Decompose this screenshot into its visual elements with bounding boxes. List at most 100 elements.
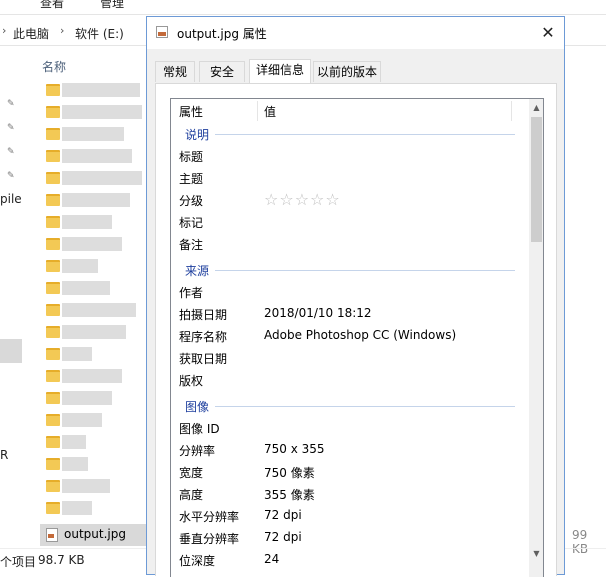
tab-general[interactable]: 常规: [155, 61, 195, 82]
blurred-name: [62, 325, 126, 339]
list-item[interactable]: [42, 432, 146, 454]
property-value[interactable]: 72 dpi: [264, 530, 302, 544]
property-row[interactable]: 获取日期: [171, 347, 527, 369]
list-item[interactable]: [42, 256, 146, 278]
property-row[interactable]: 水平分辨率 72 dpi: [171, 505, 527, 527]
folder-icon: [46, 480, 60, 492]
column-divider[interactable]: [511, 101, 512, 121]
list-item[interactable]: [42, 234, 146, 256]
property-row[interactable]: 分辨率 750 x 355: [171, 439, 527, 461]
close-button[interactable]: ✕: [533, 19, 563, 47]
group-label: 说明: [185, 128, 210, 142]
property-label: 水平分辨率: [179, 510, 240, 524]
scroll-up-button[interactable]: ▲: [529, 99, 543, 116]
property-value[interactable]: 750 x 355: [264, 442, 325, 456]
pin-icon[interactable]: ✎: [7, 100, 15, 109]
blurred-name: [62, 501, 92, 515]
folder-icon: [46, 84, 60, 96]
list-item[interactable]: [42, 476, 146, 498]
list-item[interactable]: [42, 190, 146, 212]
property-row[interactable]: 宽度 750 像素: [171, 461, 527, 483]
group-header-image[interactable]: 图像: [171, 395, 527, 417]
nav-item-partial-2[interactable]: R: [0, 448, 8, 462]
dialog-titlebar[interactable]: output.jpg 属性 ✕: [147, 17, 564, 49]
property-row[interactable]: 高度 355 像素: [171, 483, 527, 505]
property-value[interactable]: Adobe Photoshop CC (Windows): [264, 328, 456, 342]
tab-previous-versions[interactable]: 以前的版本: [313, 61, 381, 82]
breadcrumb-drive-e[interactable]: 软件 (E:): [75, 25, 124, 42]
property-row[interactable]: 主题: [171, 167, 527, 189]
pin-icon[interactable]: ✎: [7, 172, 15, 181]
list-item[interactable]: [42, 300, 146, 322]
pin-icon[interactable]: ✎: [7, 148, 15, 157]
scroll-down-button[interactable]: ▼: [529, 545, 543, 562]
property-row[interactable]: 版权: [171, 369, 527, 391]
property-row[interactable]: 拍摄日期 2018/01/10 18:12: [171, 303, 527, 325]
property-row[interactable]: 备注: [171, 233, 527, 255]
blurred-name: [62, 457, 88, 471]
ribbon-tab-manage[interactable]: 管理: [100, 0, 124, 11]
property-label: 作者: [179, 286, 204, 300]
group-divider: [215, 134, 515, 135]
property-label: 高度: [179, 488, 204, 502]
property-row[interactable]: 分级 ☆☆☆☆☆: [171, 189, 527, 211]
properties-list[interactable]: 属性 值 说明 标题 主题 分级 ☆☆☆☆☆ 标记 备注 来源 作者 拍摄日期 …: [170, 98, 544, 577]
ribbon-tab-view[interactable]: 查看: [40, 0, 64, 11]
column-header-name[interactable]: 名称: [42, 58, 66, 75]
file-name: output.jpg: [64, 527, 126, 541]
folder-icon: [46, 370, 60, 382]
list-item[interactable]: [42, 498, 146, 520]
property-row[interactable]: 程序名称 Adobe Photoshop CC (Windows): [171, 325, 527, 347]
property-row[interactable]: 标记: [171, 211, 527, 233]
list-item[interactable]: [42, 454, 146, 476]
pin-icon[interactable]: ✎: [7, 124, 15, 133]
chevron-right-icon: ›: [2, 24, 7, 37]
list-item-selected[interactable]: output.jpg: [40, 524, 146, 546]
folder-icon: [46, 436, 60, 448]
folder-icon: [46, 216, 60, 228]
property-row[interactable]: 图像 ID: [171, 417, 527, 439]
list-item[interactable]: [42, 102, 146, 124]
blurred-name: [62, 303, 136, 317]
property-value[interactable]: 355 像素: [264, 486, 315, 503]
list-item[interactable]: [42, 366, 146, 388]
vertical-scrollbar[interactable]: ▲ ▼: [529, 99, 543, 577]
list-item[interactable]: [42, 322, 146, 344]
list-item[interactable]: [42, 410, 146, 432]
property-row[interactable]: 标题: [171, 145, 527, 167]
column-header-property[interactable]: 属性: [179, 103, 203, 120]
group-divider: [215, 270, 515, 271]
property-label: 拍摄日期: [179, 308, 228, 322]
nav-item-selected[interactable]: [0, 339, 22, 363]
blurred-name: [62, 105, 142, 119]
list-item[interactable]: [42, 80, 146, 102]
tab-details[interactable]: 详细信息: [249, 59, 311, 83]
list-item[interactable]: [42, 146, 146, 168]
property-row[interactable]: 作者: [171, 281, 527, 303]
status-selected-size: 98.7 KB: [38, 553, 85, 567]
nav-item-partial[interactable]: pile: [0, 192, 22, 206]
group-divider: [215, 406, 515, 407]
list-item[interactable]: [42, 388, 146, 410]
property-value[interactable]: 72 dpi: [264, 508, 302, 522]
list-item[interactable]: [42, 344, 146, 366]
property-row[interactable]: 垂直分辨率 72 dpi: [171, 527, 527, 549]
properties-dialog: output.jpg 属性 ✕ 常规 安全 详细信息 以前的版本 属性 值 说明…: [146, 16, 565, 577]
property-value[interactable]: 750 像素: [264, 464, 315, 481]
column-divider[interactable]: [257, 101, 258, 121]
breadcrumb-this-pc[interactable]: 此电脑: [13, 25, 49, 42]
group-header-description[interactable]: 说明: [171, 123, 527, 145]
property-value[interactable]: 24: [264, 552, 279, 566]
scrollbar-thumb[interactable]: [531, 117, 542, 242]
star-rating[interactable]: ☆☆☆☆☆: [264, 190, 341, 209]
list-item[interactable]: [42, 124, 146, 146]
list-item[interactable]: [42, 212, 146, 234]
property-row[interactable]: 位深度 24: [171, 549, 527, 571]
list-item[interactable]: [42, 168, 146, 190]
tab-security[interactable]: 安全: [199, 61, 245, 82]
list-item[interactable]: [42, 278, 146, 300]
property-value[interactable]: 2018/01/10 18:12: [264, 306, 372, 320]
group-header-origin[interactable]: 来源: [171, 259, 527, 281]
column-header-value[interactable]: 值: [264, 103, 276, 120]
folder-icon: [46, 128, 60, 140]
